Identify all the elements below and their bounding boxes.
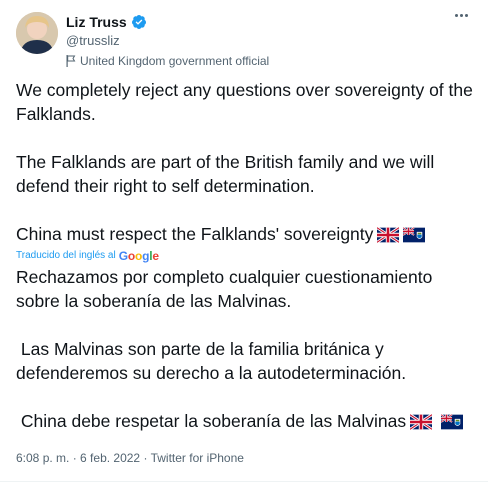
- falkland-islands-flag-emoji: [440, 412, 463, 436]
- separator: ·: [140, 451, 151, 465]
- tweet-paragraph-with-flags: China must respect the Falklands' sovere…: [16, 222, 476, 249]
- uk-flag-emoji: [409, 412, 433, 436]
- tweet-paragraph: China must respect the Falklands' sovere…: [16, 224, 374, 244]
- tweet-date[interactable]: 6 feb. 2022: [80, 451, 140, 465]
- tweet-body: We completely reject any questions over …: [16, 78, 476, 436]
- translated-paragraph-with-flags: China debe respetar la soberanía de las …: [16, 409, 476, 436]
- government-flag-icon: [66, 55, 76, 67]
- author-handle[interactable]: @trussliz: [66, 32, 269, 50]
- falkland-islands-flag-emoji: [402, 225, 426, 249]
- uk-flag-emoji: [376, 225, 401, 249]
- affiliation-label: United Kingdom government official: [66, 54, 269, 68]
- tweet-metadata: 6:08 p. m. · 6 feb. 2022 · Twitter for i…: [16, 451, 244, 465]
- translated-paragraph: China debe respetar la soberanía de las …: [16, 411, 407, 431]
- translated-paragraph: Las Malvinas son parte de la familia bri…: [16, 339, 407, 383]
- tweet-card: Liz Truss @trussliz United Kingdom gover…: [0, 0, 488, 482]
- tweet-paragraph: We completely reject any questions over …: [16, 80, 478, 124]
- avatar[interactable]: [16, 12, 58, 54]
- tweet-header: Liz Truss @trussliz United Kingdom gover…: [66, 12, 269, 68]
- tweet-time[interactable]: 6:08 p. m.: [16, 451, 69, 465]
- separator: ·: [69, 451, 81, 465]
- translated-by[interactable]: Traducido del inglés al Google: [16, 249, 476, 263]
- translated-by-text: Traducido del inglés al: [16, 250, 116, 261]
- google-logo: Google: [118, 249, 159, 263]
- tweet-paragraph: The Falklands are part of the British fa…: [16, 152, 440, 196]
- verified-badge-icon: [131, 15, 146, 29]
- affiliation-text: United Kingdom government official: [80, 54, 270, 68]
- name-row: Liz Truss: [66, 12, 269, 32]
- translated-paragraph: Rechazamos por completo cualquier cuesti…: [16, 267, 438, 311]
- more-options-icon[interactable]: [455, 14, 468, 17]
- tweet-source[interactable]: Twitter for iPhone: [151, 451, 244, 465]
- author-name[interactable]: Liz Truss: [66, 14, 127, 30]
